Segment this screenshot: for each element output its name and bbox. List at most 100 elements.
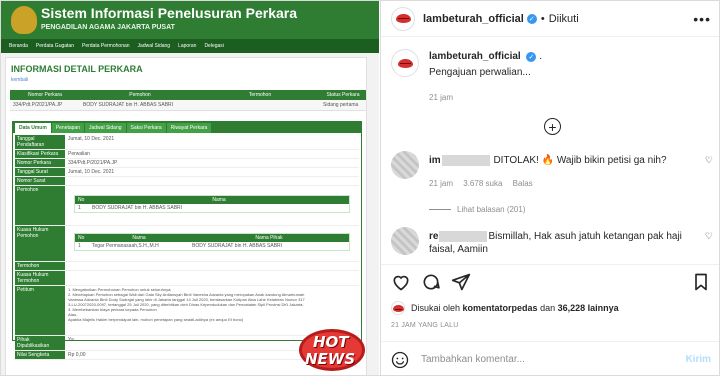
detail-row: Klasifikasi Perkara Perwalian <box>15 150 359 159</box>
heart-icon[interactable] <box>391 272 411 292</box>
view-replies-text[interactable]: Lihat balasan (201) <box>457 205 526 214</box>
row-key: Nomor Perkara <box>15 159 65 167</box>
detail-row: Pemohon No Nama 1 BODY SUDRAJAT bin H. ABB… <box>15 186 359 226</box>
detail-row: Tanggal Surat Jumat, 10 Dec. 2021 <box>15 168 359 177</box>
badge-line-2: NEWS <box>305 350 356 368</box>
back-link[interactable]: kembali <box>6 74 366 86</box>
pemohon-table: No Nama 1 BODY SUDRAJAT bin H. ABBAS SABRI <box>74 195 350 213</box>
tab-riwayat-perkara[interactable]: Riwayat Perkara <box>166 123 212 133</box>
avatar[interactable] <box>391 6 415 31</box>
avatar[interactable] <box>391 227 419 255</box>
nav-item[interactable]: Perdata Permohonan <box>82 43 130 49</box>
table-header: Nomor Perkara <box>10 90 80 100</box>
table-header-row: No Nama Nama Pihak <box>75 234 349 242</box>
case-summary-table: Nomor Perkara Pemohon Termohon Status Pe… <box>10 90 366 111</box>
following-button[interactable]: Diikuti <box>549 13 579 25</box>
row-key: Petitum <box>15 286 65 335</box>
nav-item[interactable]: Delegasi <box>204 43 223 49</box>
bookmark-icon[interactable] <box>691 272 711 292</box>
row-key: Nomor Surat <box>15 177 65 185</box>
reply-button[interactable]: Balas <box>513 179 533 188</box>
sipp-title: Sistem Informasi Penelusuran Perkara <box>41 5 297 21</box>
detail-row: Kuasa Hukum Pemohon No Nama Nama Pihak 1 Te… <box>15 226 359 262</box>
comment-heart-icon[interactable]: ♡ <box>705 231 713 242</box>
table-header: Status Perkara <box>320 90 366 100</box>
table-row: 1 BODY SUDRAJAT bin H. ABBAS SABRI <box>78 205 183 211</box>
sipp-header: Sistem Informasi Penelusuran Perkara PEN… <box>1 1 379 39</box>
row-key: Pemohon <box>15 186 65 225</box>
row-key: Kuasa Hukum Pemohon <box>15 226 65 261</box>
row-value: Jumat, 10 Dec. 2021 <box>68 136 115 142</box>
comment-text-line: im DITOLAK! 🔥 Wajib bikin petisi ga nih? <box>429 154 695 167</box>
nav-item[interactable]: Beranda <box>9 43 28 49</box>
screenshot-root: Sistem Informasi Penelusuran Perkara PEN… <box>0 0 720 376</box>
avatar[interactable] <box>391 151 419 179</box>
emoji-icon[interactable] <box>391 351 409 369</box>
table-cell <box>200 100 320 111</box>
row-key: Tanggal Pendaftaran <box>15 135 65 149</box>
instagram-panel: lambeturah_official ✓ • Diikuti ••• lamb… <box>380 1 719 375</box>
replies-line <box>429 209 451 211</box>
detail-row: Nomor Perkara 334/Pdt.P/2021/PA.JP <box>15 159 359 168</box>
comment-text-line: re Bismillah, Hak asuh jatuh ketangan pak… <box>429 230 695 256</box>
row-key: Klasifikasi Perkara <box>15 150 65 158</box>
verified-icon: ✓ <box>526 52 537 62</box>
plus-circle-icon[interactable]: + <box>544 118 561 135</box>
comment-input[interactable]: Tambahkan komentar... <box>421 354 685 365</box>
blurred-username <box>439 230 488 242</box>
nav-item[interactable]: Laporan <box>178 43 196 49</box>
nav-item[interactable]: Perdata Gugatan <box>36 43 74 49</box>
row-key: Kuasa Hukum Termohon <box>15 271 65 285</box>
post-date: 21 JAM YANG LALU <box>391 322 459 329</box>
tab-penetapan[interactable]: Penetapan <box>51 123 84 133</box>
lips-logo-icon <box>397 58 413 68</box>
share-icon[interactable] <box>451 272 471 292</box>
detail-row: Termohon <box>15 262 359 271</box>
comment-likes[interactable]: 3.678 suka <box>463 179 502 188</box>
table-cell: BODY SUDRAJAT bin H. ABBAS SABRI <box>80 100 200 111</box>
table-header: Pemohon <box>80 90 200 100</box>
kuasa-hukum-table: No Nama Nama Pihak 1 Tegar Permanasaah,S.H.… <box>74 233 350 251</box>
row-value: No Nama 1 BODY SUDRAJAT bin H. ABBAS SABRI <box>65 186 359 225</box>
avatar[interactable] <box>391 49 419 77</box>
row-value <box>65 177 359 185</box>
avatar[interactable] <box>391 301 405 315</box>
comment-icon[interactable] <box>421 272 441 292</box>
row-key: Pihak Dipublikasikan <box>15 336 65 350</box>
hot-news-badge: HOT NEWS <box>297 323 371 375</box>
comment-meta: 21 jam 3.678 suka Balas <box>429 179 541 188</box>
tab-saksi-perkara[interactable]: Saksi Perkara <box>126 123 166 133</box>
lips-logo-icon <box>395 14 411 23</box>
send-button[interactable]: Kirim <box>685 354 711 365</box>
caption-username[interactable]: lambeturah_official <box>429 51 521 62</box>
detail-tabs: Data Umum Penetapan Jadwal Sidang Saksi … <box>13 122 361 133</box>
post-username[interactable]: lambeturah_official <box>423 13 524 25</box>
more-icon[interactable]: ••• <box>693 11 711 27</box>
row-key: Tanggal Surat <box>15 168 65 176</box>
sipp-nav: Beranda Perdata Gugatan Perdata Permohon… <box>1 39 379 53</box>
liked-by-and: dan <box>540 303 556 313</box>
section-title: INFORMASI DETAIL PERKARA <box>11 64 143 74</box>
blurred-username <box>441 154 490 166</box>
post-header: lambeturah_official ✓ • Diikuti ••• <box>381 1 719 37</box>
row-value <box>65 271 359 285</box>
row-value: 334/Pdt.P/2021/PA.JP <box>68 160 118 166</box>
nav-item[interactable]: Jadwal Sidang <box>138 43 171 49</box>
tab-data-umum[interactable]: Data Umum <box>15 123 51 133</box>
detail-tabs-panel: Data Umum Penetapan Jadwal Sidang Saksi … <box>12 121 362 360</box>
caption-time: 21 jam <box>429 93 454 102</box>
verified-icon: ✓ <box>526 13 537 24</box>
detail-row: Nomor Surat <box>15 177 359 186</box>
comment-heart-icon[interactable]: ♡ <box>705 155 713 166</box>
liked-by-user[interactable]: komentatorpedas <box>463 303 538 313</box>
comment-username[interactable]: im <box>429 155 441 166</box>
table-cell: 334/Pdt.P/2021/PA.JP <box>10 100 80 111</box>
caption-user-line: lambeturah_official ✓ . <box>429 51 542 62</box>
view-replies[interactable]: Lihat balasan (201) <box>429 205 526 214</box>
caption-tail: . <box>539 51 543 62</box>
tab-jadwal-sidang[interactable]: Jadwal Sidang <box>85 123 126 133</box>
liked-by-count[interactable]: 36,228 lainnya <box>558 303 619 313</box>
comment-username[interactable]: re <box>429 231 438 242</box>
post-actions <box>381 264 719 296</box>
row-value: No Nama Nama Pihak 1 Tegar Permanasaah,S.H.… <box>65 226 359 261</box>
